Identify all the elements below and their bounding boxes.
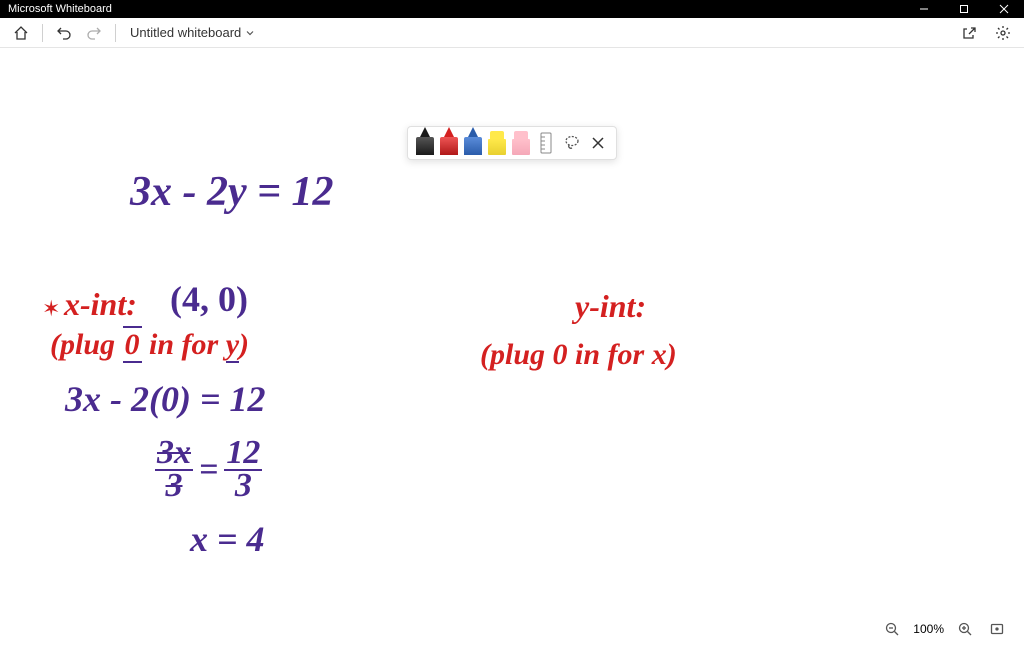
minimize-button[interactable] xyxy=(904,0,944,18)
whiteboard-title-label: Untitled whiteboard xyxy=(130,25,241,40)
ink-step3: x = 4 xyxy=(190,518,265,560)
whiteboard-title-dropdown[interactable]: Untitled whiteboard xyxy=(124,25,261,40)
window-controls xyxy=(904,0,1024,18)
ink-equation: 3x - 2y = 12 xyxy=(130,168,334,216)
ruler-tool[interactable] xyxy=(536,131,556,155)
zoom-controls: 100% xyxy=(875,614,1014,644)
eraser-tool[interactable] xyxy=(512,131,530,155)
pen-toolbar xyxy=(407,126,617,160)
undo-button[interactable] xyxy=(51,20,77,46)
lasso-tool[interactable] xyxy=(562,131,582,155)
ink-xint-value: (4, 0) xyxy=(170,278,248,320)
main-toolbar: Untitled whiteboard xyxy=(0,18,1024,48)
share-button[interactable] xyxy=(956,20,982,46)
chevron-down-icon xyxy=(245,28,255,38)
divider xyxy=(42,24,43,42)
settings-button[interactable] xyxy=(990,20,1016,46)
app-title: Microsoft Whiteboard xyxy=(8,3,112,15)
ink-step1: 3x - 2(0) = 12 xyxy=(65,378,265,420)
divider xyxy=(115,24,116,42)
ink-yint-label: y-int: xyxy=(575,288,646,325)
whiteboard-canvas[interactable]: 3x - 2y = 12 ✶ x-int: (4, 0) (plug 0 in … xyxy=(0,48,1024,652)
zoom-level-label: 100% xyxy=(913,622,944,636)
ink-xint-label: x-int: xyxy=(64,286,137,323)
home-button[interactable] xyxy=(8,20,34,46)
ink-star-icon: ✶ xyxy=(42,296,60,322)
pen-red[interactable] xyxy=(440,127,458,155)
redo-button[interactable] xyxy=(81,20,107,46)
close-button[interactable] xyxy=(984,0,1024,18)
pen-blue[interactable] xyxy=(464,127,482,155)
fit-screen-button[interactable] xyxy=(986,618,1008,640)
maximize-button[interactable] xyxy=(944,0,984,18)
zoom-in-button[interactable] xyxy=(954,618,976,640)
ink-step2: 3x3 = 123 xyxy=(155,438,262,501)
pen-black[interactable] xyxy=(416,127,434,155)
ink-yint-hint: (plug 0 in for x) xyxy=(480,338,677,372)
highlighter-yellow[interactable] xyxy=(488,131,506,155)
close-pen-toolbar[interactable] xyxy=(588,131,608,155)
zoom-out-button[interactable] xyxy=(881,618,903,640)
window-titlebar: Microsoft Whiteboard xyxy=(0,0,1024,18)
ink-xint-hint: (plug 0 in for y) xyxy=(50,328,249,362)
